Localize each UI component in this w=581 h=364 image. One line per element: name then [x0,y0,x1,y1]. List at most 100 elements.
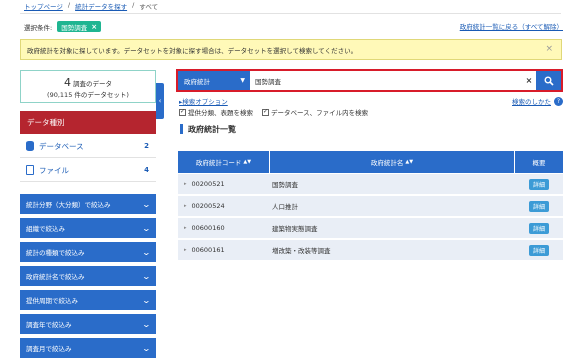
database-icon [26,141,34,151]
filter-stat-type[interactable]: 統計の種類で絞込み ⌄ [20,242,156,264]
search-input[interactable] [250,71,522,90]
sort-icon: ▲▼ [243,159,252,165]
stat-name: 人口推計 [272,203,298,211]
chevron-down-icon: ⌄ [141,295,152,305]
result-count: 4 調査のデータ [21,76,155,89]
detail-button[interactable]: 詳細 [528,200,549,212]
filter-label: 提供周期で絞込み [26,297,78,305]
help-icon[interactable]: ? [554,96,563,106]
checkbox-box[interactable]: ✓ [179,108,186,116]
chevron-down-icon: ⌄ [141,319,152,329]
result-count-unit: 調査のデータ [73,80,113,88]
filter-cycle[interactable]: 提供周期で絞込み ⌄ [20,290,156,312]
stat-code: 00600160 [191,224,225,232]
filter-label: 調査月で絞込み [26,345,72,353]
stat-code: 00200524 [191,202,225,210]
expand-arrow-icon[interactable]: ▸ [184,181,187,187]
notice-text: 政府統計を対象に探しています。データセットを対象に探す場合は、データセットを選択… [27,46,358,55]
conditions-label: 選択条件: [24,23,53,32]
filter-field-category[interactable]: 統計分野（大分類）で絞込み ⌄ [20,194,156,216]
column-header-label: 概要 [532,159,546,167]
filter-label: 統計分野（大分類）で絞込み [26,201,111,209]
column-header-name[interactable]: 政府統計名 ▲▼ [270,151,515,173]
filter-label: 統計の種類で絞込み [26,249,85,257]
breadcrumb-separator: / [132,1,135,9]
checkbox-label: 提供分類、表題を検索 [188,109,253,117]
notice-close-icon[interactable]: × [545,44,553,54]
selected-conditions: 選択条件: 国勢調査 × [24,21,102,32]
back-to-list-link[interactable]: 政府統計一覧に戻る（すべて解除） [460,21,563,31]
breadcrumb-separator: / [67,1,71,9]
search-help[interactable]: 検索のしかた ? [512,96,563,106]
condition-tag: 国勢調査 × [57,21,102,32]
search-scope-checkboxes: ✓ 提供分類、表題を検索 ✓ データベース、ファイル内を検索 [179,107,368,117]
stat-code: 00200521 [191,180,225,188]
sort-icon: ▲▼ [405,159,414,165]
table-row[interactable]: ▸ 00600160 建築物実態調査 詳細 [178,218,563,239]
sidebar-item-database[interactable]: データベース 2 [20,135,156,158]
chevron-down-icon: ⌄ [141,271,152,281]
stat-name: 増改築・改装等調査 [272,247,331,255]
chevron-down-icon: ⌄ [141,343,152,353]
page-title: 政府統計一覧 [180,124,236,134]
filter-stat-name[interactable]: 政府統計名で絞込み ⌄ [20,266,156,288]
filter-label: 調査年で絞込み [26,321,72,329]
detail-button[interactable]: 詳細 [528,222,549,234]
dropdown-arrow-icon: ▼ [240,77,245,84]
search-help-link[interactable]: 検索のしかた [512,96,551,106]
stat-name: 建築物実態調査 [272,225,318,233]
chevron-down-icon: ⌄ [141,199,152,209]
column-header-label: 政府統計名 [370,159,404,167]
expand-arrow-icon[interactable]: ▸ [184,225,187,231]
dataset-count: (90,115 件のデータセット) [47,91,129,99]
header-divider [20,13,561,14]
sidebar-item-count: 2 [144,142,149,150]
checkbox-label: データベース、ファイル内を検索 [271,109,369,117]
result-count-number: 4 [63,76,71,89]
filter-survey-month[interactable]: 調査月で絞込み ⌄ [20,338,156,360]
notice-banner: 政府統計を対象に探しています。データセットを対象に探す場合は、データセットを選択… [20,39,562,60]
expand-arrow-icon[interactable]: ▸ [184,203,187,209]
filter-label: 政府統計名で絞込み [26,273,85,281]
search-icon [544,76,554,86]
chevron-down-icon: ⌄ [141,247,152,257]
condition-tag-close-icon[interactable]: × [91,23,97,31]
breadcrumb-top-link[interactable]: トップページ [24,1,63,11]
file-icon [26,165,34,175]
detail-button[interactable]: 詳細 [528,178,549,190]
column-header-summary: 概要 [515,151,563,173]
breadcrumb-current: すべて [139,3,159,11]
sidebar-collapse-button[interactable]: ‹ [156,83,164,119]
filter-survey-year[interactable]: 調査年で絞込み ⌄ [20,314,156,336]
column-header-code[interactable]: 政府統計コード ▲▼ [178,151,270,173]
breadcrumb-search-link[interactable]: 統計データを探す [75,1,127,11]
sidebar-item-label: データベース [39,141,84,151]
checkbox-title-search[interactable]: ✓ 提供分類、表題を検索 [179,107,253,117]
checkbox-content-search[interactable]: ✓ データベース、ファイル内を検索 [262,107,368,117]
search-scope-value: 政府統計 [184,77,210,86]
chevron-down-icon: ⌄ [141,223,152,233]
stat-code: 00600161 [191,246,225,254]
expand-arrow-icon[interactable]: ▸ [184,247,187,253]
filter-organization[interactable]: 組織で絞込み ⌄ [20,218,156,240]
data-type-header: データ種別 [20,111,156,134]
column-header-label: 政府統計コード [195,159,242,167]
search-bar: 政府統計 ▼ × [176,69,563,92]
result-count-box: 4 調査のデータ (90,115 件のデータセット) [20,70,156,103]
breadcrumb: トップページ / 統計データを探す / すべて [24,1,158,11]
search-scope-select[interactable]: 政府統計 ▼ [178,71,250,90]
sidebar-item-label: ファイル [39,165,69,175]
table-row[interactable]: ▸ 00600161 増改築・改装等調査 詳細 [178,240,563,261]
clear-icon[interactable]: × [522,71,536,90]
table-row[interactable]: ▸ 00200524 人口推計 詳細 [178,196,563,217]
filter-label: 組織で絞込み [26,225,65,233]
table-header: 政府統計コード ▲▼ 政府統計名 ▲▼ 概要 [178,151,563,173]
sidebar-item-count: 4 [144,166,149,174]
checkbox-box[interactable]: ✓ [262,108,269,116]
stat-name: 国勢調査 [272,181,298,189]
search-options-link[interactable]: ▸検索オプション [179,96,228,106]
sidebar-item-file[interactable]: ファイル 4 [20,159,156,182]
table-row[interactable]: ▸ 00200521 国勢調査 詳細 [178,174,563,195]
detail-button[interactable]: 詳細 [528,244,549,256]
search-button[interactable] [536,71,561,90]
